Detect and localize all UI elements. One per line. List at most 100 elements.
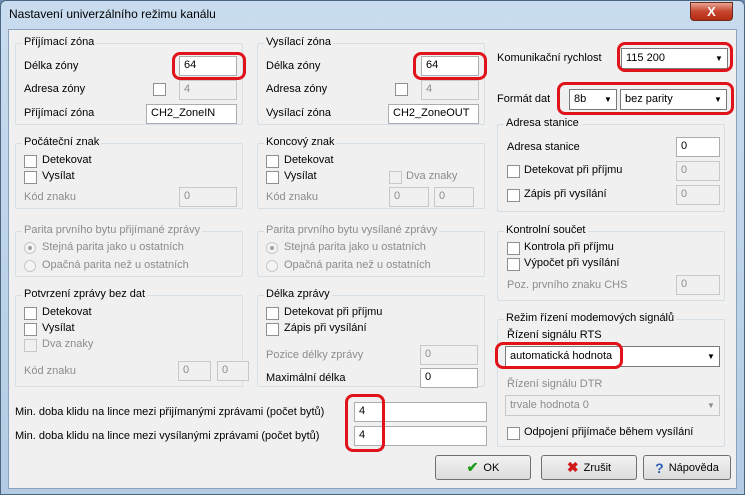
help-button[interactable]: ? Nápověda — [643, 455, 731, 480]
tx-name-input[interactable]: CH2_ZoneOUT — [388, 104, 479, 124]
rts-select[interactable]: automatická hodnota ▼ — [505, 346, 720, 367]
tx-zone-group: Vysílací zóna Délka zóny 64 Adresa zóny … — [257, 36, 485, 125]
end-char-group: Koncový znak Detekovat Vysílat Dva znaky… — [257, 136, 485, 209]
rx-parity-group: Parita prvního bytu přijímané zprávy Ste… — [15, 224, 243, 277]
checksum-check-checkbox[interactable] — [507, 242, 520, 255]
tx-parity-same-radio[interactable] — [266, 242, 278, 254]
idle-rx-input[interactable]: 4 — [354, 402, 487, 422]
ack-send-label: Vysílat — [42, 322, 75, 334]
help-label: Nápověda — [668, 461, 719, 474]
start-detect-label: Detekovat — [42, 154, 92, 166]
station-detect-input[interactable]: 0 — [676, 161, 720, 181]
station-address-label: Adresa stanice — [507, 141, 580, 153]
disconnect-label: Odpojení přijímače během vysílání — [524, 426, 694, 438]
station-write-checkbox[interactable] — [507, 189, 520, 202]
rx-name-input[interactable]: CH2_ZoneIN — [146, 104, 237, 124]
speed-select[interactable]: 115 200 ▼ — [621, 48, 728, 69]
rx-address-checkbox[interactable] — [153, 83, 166, 96]
ok-button[interactable]: ✔ OK — [435, 455, 531, 480]
msg-len-group: Délka zprávy Detekovat při příjmu Zápis … — [257, 288, 485, 388]
speed-value: 115 200 — [626, 52, 665, 64]
start-code-label: Kód znaku — [24, 191, 76, 203]
msg-len-max-input[interactable]: 0 — [420, 368, 478, 388]
end-code1-input[interactable]: 0 — [389, 187, 429, 207]
ack-code1-input[interactable]: 0 — [178, 361, 211, 381]
msg-len-pos-label: Pozice délky zprávy — [266, 349, 364, 361]
idle-tx-label: Min. doba klidu na lince mezi vysílanými… — [15, 430, 320, 442]
close-button[interactable]: X — [690, 2, 733, 21]
checksum-check-label: Kontrola při příjmu — [524, 241, 614, 253]
msg-len-write-checkbox[interactable] — [266, 323, 279, 336]
ack-two-checkbox[interactable] — [24, 339, 37, 352]
end-code2-input[interactable]: 0 — [434, 187, 474, 207]
start-send-label: Vysílat — [42, 170, 75, 182]
cross-icon: ✖ — [566, 459, 579, 475]
rts-label: Řízení signálu RTS — [507, 329, 602, 341]
msg-len-write-label: Zápis při vysílání — [284, 322, 367, 334]
start-char-group: Počáteční znak Detekovat Vysílat Kód zna… — [15, 136, 243, 209]
rx-zone-title: Příjímací zóna — [22, 36, 97, 48]
station-detect-label: Detekovat při příjmu — [524, 164, 623, 176]
rx-parity-same-radio[interactable] — [24, 242, 36, 254]
end-detect-checkbox[interactable] — [266, 155, 279, 168]
start-char-title: Počáteční znak — [22, 136, 102, 148]
start-code-input[interactable]: 0 — [179, 187, 237, 207]
tx-address-label: Adresa zóny — [266, 83, 328, 95]
end-char-title: Koncový znak — [264, 136, 337, 148]
idle-tx-input[interactable]: 4 — [354, 426, 487, 446]
chevron-down-icon: ▼ — [707, 352, 715, 361]
msg-len-max-label: Maximální délka — [266, 372, 346, 384]
chevron-down-icon: ▼ — [707, 401, 715, 410]
end-send-checkbox[interactable] — [266, 171, 279, 184]
bits-value: 8b — [574, 93, 587, 105]
modem-title: Režim řízení modemových signálů — [504, 312, 677, 324]
tx-address-checkbox[interactable] — [395, 83, 408, 96]
tx-length-input[interactable]: 64 — [421, 56, 479, 76]
checksum-title: Kontrolní součet — [504, 224, 588, 236]
disconnect-checkbox[interactable] — [507, 427, 520, 440]
station-address-input[interactable]: 0 — [676, 137, 720, 157]
msg-len-detect-label: Detekovat při příjmu — [284, 306, 383, 318]
rx-parity-title: Parita prvního bytu přijímané zprávy — [22, 224, 203, 236]
ack-two-label: Dva znaky — [42, 338, 94, 350]
station-write-input[interactable]: 0 — [676, 185, 720, 205]
msg-len-detect-checkbox[interactable] — [266, 307, 279, 320]
start-detect-checkbox[interactable] — [24, 155, 37, 168]
checksum-pos-input[interactable]: 0 — [676, 275, 720, 295]
station-detect-checkbox[interactable] — [507, 165, 520, 178]
dialog-client: Příjímací zóna Délka zóny 64 Adresa zóny… — [8, 29, 737, 489]
dtr-select[interactable]: trvale hodnota 0 ▼ — [505, 395, 720, 416]
end-send-label: Vysílat — [284, 170, 317, 182]
end-two-checkbox[interactable] — [389, 171, 402, 184]
dtr-value: trvale hodnota 0 — [510, 399, 589, 411]
chevron-down-icon: ▼ — [714, 95, 722, 104]
end-detect-label: Detekovat — [284, 154, 334, 166]
speed-label: Komunikační rychlost — [497, 52, 602, 64]
rx-length-label: Délka zóny — [24, 60, 79, 72]
tx-length-label: Délka zóny — [266, 60, 321, 72]
rx-address-label: Adresa zóny — [24, 83, 86, 95]
tx-parity-same-label: Stejná parita jako u ostatních — [284, 241, 426, 253]
parity-select[interactable]: bez parity ▼ — [620, 89, 727, 110]
ack-detect-checkbox[interactable] — [24, 307, 37, 320]
window-title: Nastavení univerzálního režimu kanálu — [9, 7, 216, 21]
msg-len-pos-input[interactable]: 0 — [420, 345, 478, 365]
start-send-checkbox[interactable] — [24, 171, 37, 184]
rx-length-input[interactable]: 64 — [179, 56, 237, 76]
ack-code-label: Kód znaku — [24, 365, 76, 377]
tx-name-label: Vysílací zóna — [266, 107, 332, 119]
ack-send-checkbox[interactable] — [24, 323, 37, 336]
rx-address-input[interactable]: 4 — [179, 80, 237, 100]
cancel-label: Zrušit — [583, 461, 612, 474]
cancel-button[interactable]: ✖ Zrušit — [541, 455, 637, 480]
ack-code2-input[interactable]: 0 — [217, 361, 249, 381]
end-two-label: Dva znaky — [406, 170, 458, 182]
title-bar: Nastavení univerzálního režimu kanálu X — [1, 1, 744, 29]
checksum-calc-checkbox[interactable] — [507, 258, 520, 271]
tx-parity-opp-radio[interactable] — [266, 260, 278, 272]
tx-address-input[interactable]: 4 — [421, 80, 479, 100]
bits-select[interactable]: 8b ▼ — [569, 89, 617, 110]
rx-parity-opp-radio[interactable] — [24, 260, 36, 272]
chevron-down-icon: ▼ — [604, 95, 612, 104]
chevron-down-icon: ▼ — [715, 54, 723, 63]
